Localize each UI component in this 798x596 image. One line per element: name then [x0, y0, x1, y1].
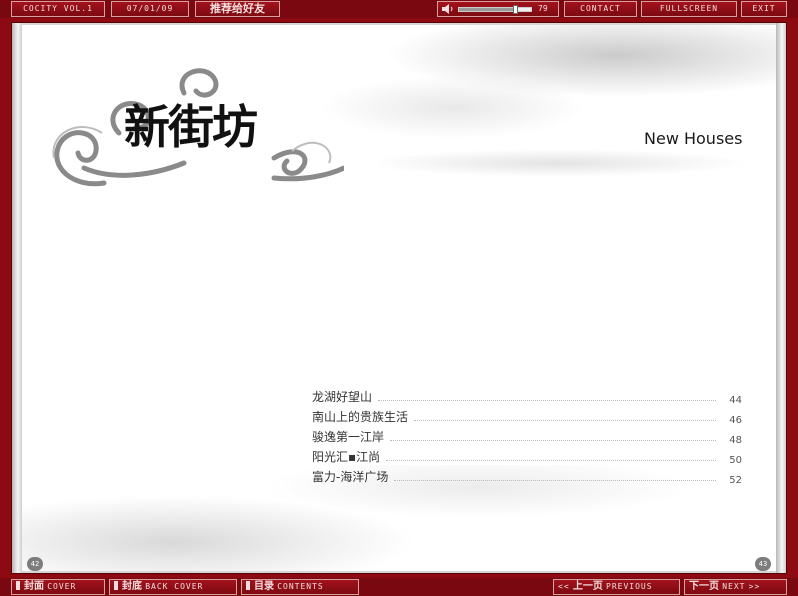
right-page-number: 43 — [755, 557, 771, 571]
left-page-number: 42 — [27, 557, 43, 571]
toc-leader-dots — [386, 460, 716, 461]
toc-leader-dots — [414, 420, 716, 421]
magazine-page: 新街坊 New Houses 龙湖好望山 44 南山上的贵族生活 46 骏逸第一江岸 48… — [22, 25, 776, 571]
logo-text: 新街坊 — [124, 100, 258, 154]
toc-item-title: 龙湖好望山 — [312, 390, 373, 404]
toc-leader-dots — [390, 440, 716, 441]
table-of-contents: 龙湖好望山 44 南山上的贵族生活 46 骏逸第一江岸 48 阳光汇▪江尚 50 富力-海洋广场… — [312, 385, 742, 486]
toc-item-title: 骏逸第一江岸 — [312, 430, 385, 444]
date-label: 07/01/09 — [111, 1, 189, 17]
contents-button[interactable]: 目录 CONTENTS — [241, 579, 359, 595]
contact-button[interactable]: CONTACT — [564, 1, 637, 17]
next-arrow-icon: >> — [748, 582, 761, 591]
previous-label-cn: 上一页 — [572, 581, 603, 592]
contents-label-en: CONTENTS — [277, 582, 324, 591]
right-page-edge — [776, 23, 786, 573]
toc-item[interactable]: 骏逸第一江岸 48 — [312, 425, 742, 446]
contents-label-cn: 目录 — [254, 581, 274, 592]
previous-label-en: PREVIOUS — [606, 582, 653, 591]
issue-label: COCITY VOL.1 — [11, 1, 105, 17]
bottom-toolbar: 封面 COVER 封底 BACK COVER 目录 CONTENTS << 上一… — [0, 578, 798, 596]
top-toolbar: COCITY VOL.1 07/01/09 推荐给好友 79 CONTACT F… — [0, 0, 798, 18]
volume-slider[interactable] — [458, 5, 532, 14]
contents-marker-icon — [246, 581, 250, 590]
toc-item-page: 52 — [729, 475, 742, 486]
toc-item-title: 阳光汇▪江尚 — [312, 450, 381, 464]
previous-page-button[interactable]: << 上一页 PREVIOUS — [553, 579, 680, 595]
cover-button[interactable]: 封面 COVER — [11, 579, 105, 595]
back-cover-label-en: BACK COVER — [145, 582, 204, 591]
fullscreen-button[interactable]: FULLSCREEN — [641, 1, 737, 17]
cover-label-cn: 封面 — [24, 581, 44, 592]
volume-fill — [459, 8, 516, 11]
section-logo: 新街坊 — [44, 63, 344, 193]
toc-item-title: 富力-海洋广场 — [312, 470, 389, 484]
back-cover-marker-icon — [114, 581, 118, 590]
cover-label-en: COVER — [47, 582, 77, 591]
previous-arrow-icon: << — [558, 582, 570, 591]
toc-item[interactable]: 富力-海洋广场 52 — [312, 465, 742, 486]
next-label-cn: 下一页 — [689, 581, 719, 592]
toc-item[interactable]: 阳光汇▪江尚 50 — [312, 445, 742, 466]
toc-item[interactable]: 南山上的贵族生活 46 — [312, 405, 742, 426]
back-cover-label-cn: 封底 — [122, 581, 142, 592]
speaker-icon[interactable] — [442, 4, 454, 14]
volume-value: 79 — [538, 4, 548, 13]
left-page-edge — [12, 23, 22, 573]
next-label-en: NEXT — [722, 582, 746, 591]
toc-item-title: 南山上的贵族生活 — [312, 410, 409, 424]
cover-marker-icon — [16, 581, 20, 590]
toc-item[interactable]: 龙湖好望山 44 — [312, 385, 742, 406]
ink-band-decoration — [332, 143, 776, 183]
exit-button[interactable]: EXIT — [741, 1, 787, 17]
back-cover-button[interactable]: 封底 BACK COVER — [109, 579, 237, 595]
next-page-button[interactable]: 下一页 NEXT >> — [684, 579, 787, 595]
volume-handle[interactable] — [512, 5, 518, 14]
magazine-frame: 新街坊 New Houses 龙湖好望山 44 南山上的贵族生活 46 骏逸第一江岸 48… — [11, 22, 787, 574]
volume-control[interactable]: 79 — [437, 1, 559, 17]
recommend-button[interactable]: 推荐给好友 — [195, 1, 280, 17]
section-title: New Houses — [644, 129, 743, 148]
toc-leader-dots — [378, 400, 716, 401]
toc-leader-dots — [394, 480, 716, 481]
